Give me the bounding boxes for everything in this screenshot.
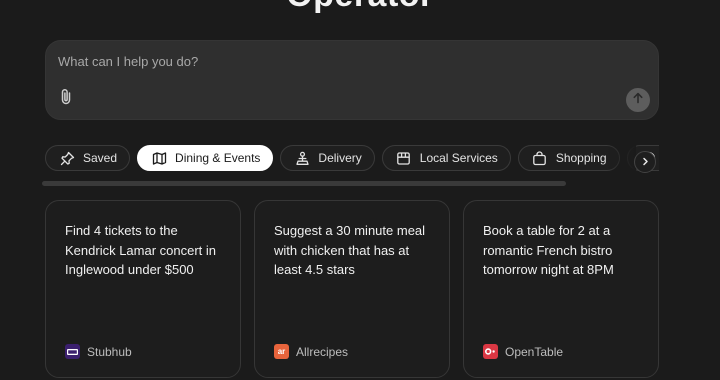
tab-shopping[interactable]: Shopping bbox=[517, 145, 620, 171]
storefront-icon bbox=[396, 150, 412, 166]
card-prompt-text: Suggest a 30 minute meal with chicken th… bbox=[274, 223, 426, 277]
scroll-tabs-right-button[interactable] bbox=[634, 151, 656, 173]
tab-local-services[interactable]: Local Services bbox=[381, 145, 511, 171]
tab-delivery[interactable]: Delivery bbox=[280, 145, 375, 171]
stubhub-logo-icon bbox=[65, 344, 80, 359]
tabs-scrollbar[interactable] bbox=[42, 181, 566, 186]
card-source: Stubhub bbox=[65, 344, 132, 359]
tab-label: Delivery bbox=[318, 151, 362, 165]
prompt-input[interactable] bbox=[58, 54, 618, 69]
card-source-label: Allrecipes bbox=[296, 344, 349, 359]
prompt-box bbox=[45, 40, 659, 120]
tab-label: Local Services bbox=[419, 151, 498, 165]
suggestion-cards: Find 4 tickets to the Kendrick Lamar con… bbox=[45, 200, 659, 378]
arrow-up-icon bbox=[632, 91, 644, 109]
shopping-bag-icon bbox=[532, 150, 548, 166]
tab-label: Dining & Events bbox=[175, 151, 261, 165]
card-prompt-text: Find 4 tickets to the Kendrick Lamar con… bbox=[65, 223, 217, 277]
operator-home: Operator bbox=[0, 0, 720, 380]
card-source: OpenTable bbox=[483, 344, 563, 359]
suggestion-card-stubhub[interactable]: Find 4 tickets to the Kendrick Lamar con… bbox=[45, 200, 241, 378]
person-delivery-icon bbox=[294, 150, 310, 166]
tab-label: Saved bbox=[83, 151, 118, 165]
allrecipes-logo-icon: ar bbox=[274, 344, 289, 359]
opentable-logo-icon bbox=[483, 344, 498, 359]
card-source-label: Stubhub bbox=[87, 344, 132, 359]
suggestion-card-opentable[interactable]: Book a table for 2 at a romantic French … bbox=[463, 200, 659, 378]
tab-saved[interactable]: Saved bbox=[45, 145, 131, 171]
tab-dining-events[interactable]: Dining & Events bbox=[137, 145, 274, 171]
suggestion-card-allrecipes[interactable]: Suggest a 30 minute meal with chicken th… bbox=[254, 200, 450, 378]
tab-label: Shopping bbox=[555, 151, 607, 165]
chevron-right-icon bbox=[641, 153, 650, 171]
paperclip-icon bbox=[60, 88, 72, 110]
pin-icon bbox=[59, 150, 75, 166]
card-prompt-text: Book a table for 2 at a romantic French … bbox=[483, 223, 614, 277]
map-icon bbox=[151, 150, 167, 166]
page-title: Operator bbox=[0, 0, 720, 15]
card-source-label: OpenTable bbox=[505, 344, 564, 359]
attach-button[interactable] bbox=[58, 88, 74, 110]
category-tabs: Saved Dining & Events Delivery Local Ser… bbox=[45, 145, 659, 173]
send-button[interactable] bbox=[626, 88, 650, 112]
card-source: ar Allrecipes bbox=[274, 344, 348, 359]
